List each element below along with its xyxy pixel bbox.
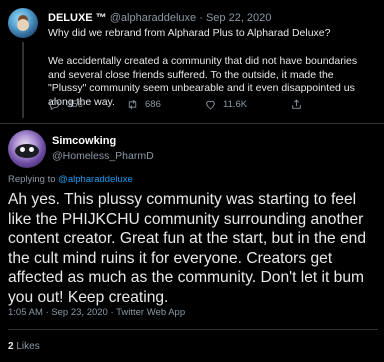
retweet-icon (128, 99, 137, 110)
tweet-thread: DELUXE ™ @alpharaddeluxe · Sep 22, 2020 … (0, 0, 384, 362)
parent-handle[interactable]: @alpharaddeluxe (110, 12, 196, 24)
reply-date[interactable]: Sep 23, 2020 (51, 307, 108, 318)
reply-avatar[interactable] (8, 130, 46, 168)
share-icon (292, 99, 301, 109)
reply-tweet-text: Ah yes. This plussy community was starti… (8, 191, 367, 306)
like-button[interactable]: 11.6K (204, 98, 247, 111)
reply-display-name[interactable]: Simcowking (52, 135, 116, 147)
reply-likes-summary[interactable]: 2 Likes (8, 341, 40, 352)
reply-handle[interactable]: @Homeless_PharmD (52, 150, 154, 162)
tweet-divider (0, 123, 384, 124)
reply-time[interactable]: 1:05 AM (8, 307, 43, 318)
thread-connector-line (22, 42, 24, 118)
parent-date[interactable]: Sep 22, 2020 (206, 12, 271, 24)
reply-count: 356 (67, 99, 83, 110)
share-button[interactable] (290, 98, 303, 111)
like-count: 11.6K (223, 99, 248, 110)
meta-separator: · (110, 307, 114, 318)
heart-icon (206, 100, 215, 110)
replying-to-line: Replying to @alpharaddeluxe (8, 174, 133, 185)
replying-to-link[interactable]: @alpharaddeluxe (58, 174, 133, 185)
reply-like-count: 2 (8, 341, 14, 352)
separator-dot: · (199, 12, 203, 24)
retweet-button[interactable]: 686 (126, 98, 161, 111)
reply-icon (49, 99, 60, 111)
reply-likes-label: Likes (16, 341, 40, 352)
retweet-count: 686 (145, 99, 161, 110)
meta-separator: · (45, 307, 49, 318)
replying-to-label: Replying to (8, 174, 56, 185)
parent-display-name[interactable]: DELUXE ™ (48, 12, 107, 24)
parent-tweet-text-line1: Why did we rebrand from Alpharad Plus to… (48, 27, 331, 39)
reply-source[interactable]: Twitter Web App (116, 307, 185, 318)
parent-tweet-header: DELUXE ™ @alpharaddeluxe · Sep 22, 2020 (48, 12, 271, 24)
reply-button[interactable]: 356 (48, 98, 83, 111)
parent-avatar[interactable] (8, 8, 38, 38)
parent-tweet-actions: 356 686 11.6K (48, 98, 348, 114)
reply-timestamp-line: 1:05 AM · Sep 23, 2020 · Twitter Web App (8, 307, 185, 318)
reply-divider (8, 329, 378, 330)
